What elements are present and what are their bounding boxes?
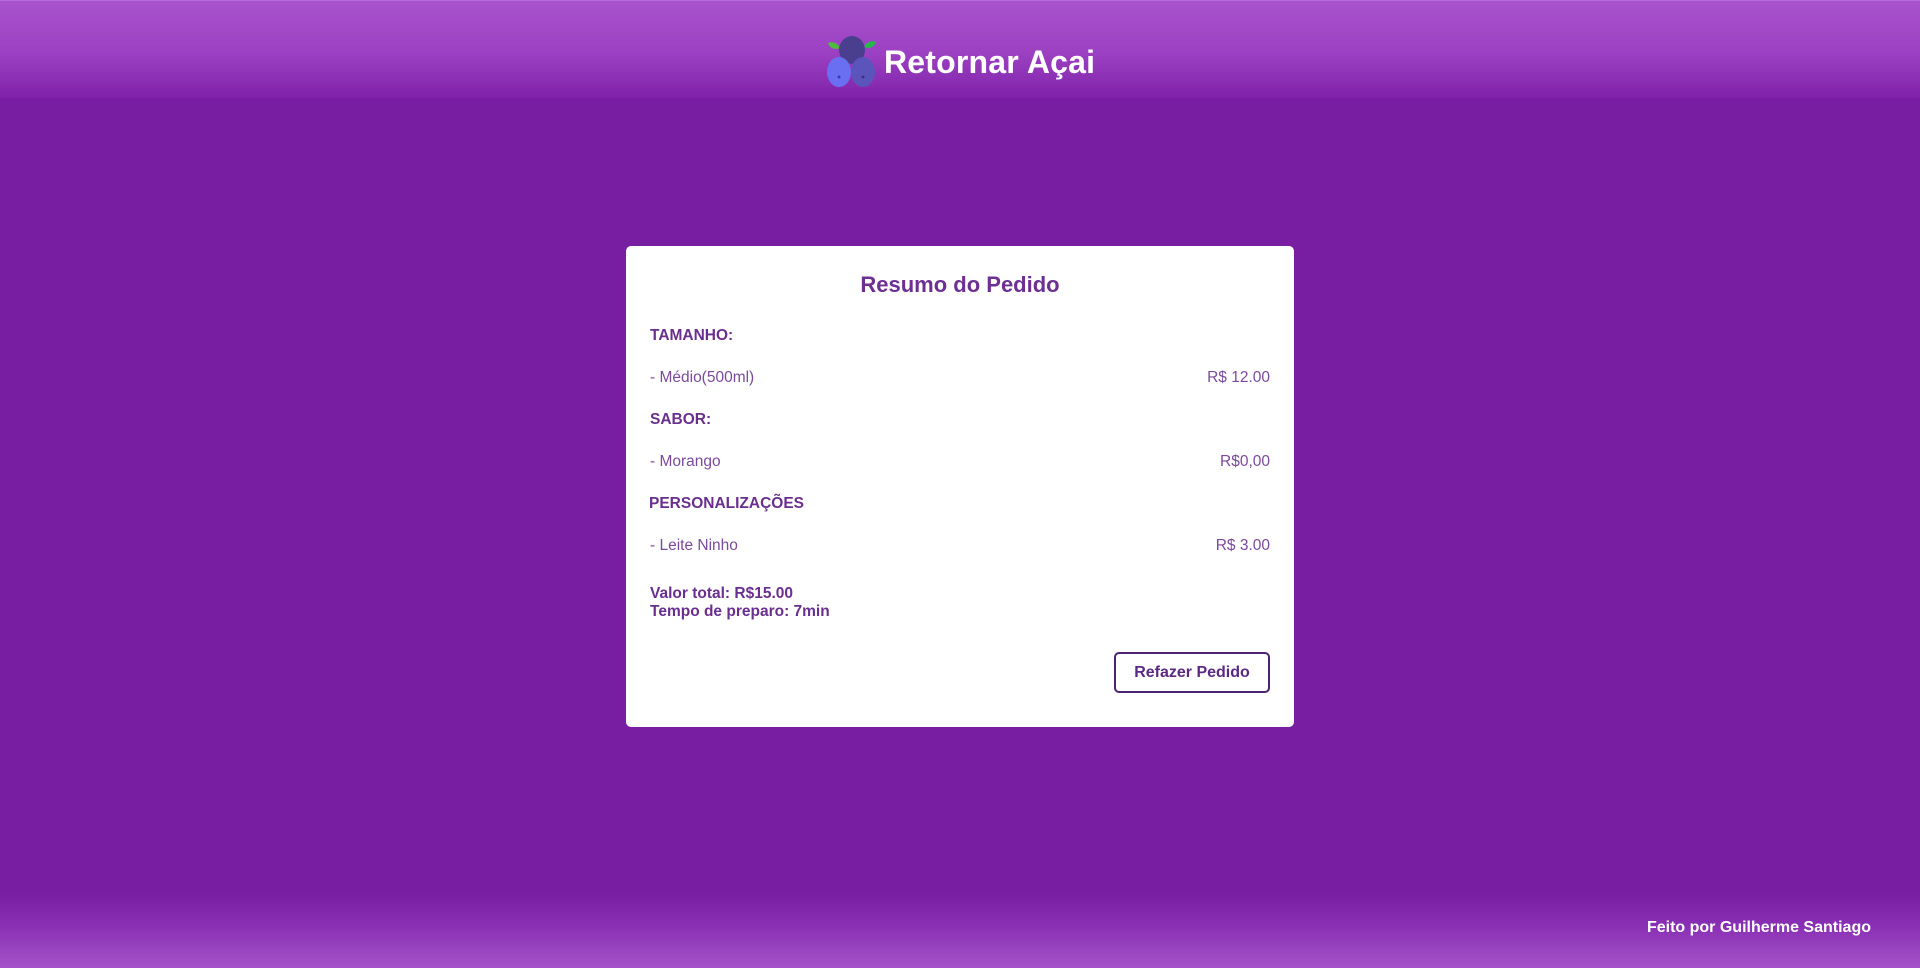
total-value: Valor total: R$15.00 — [650, 585, 794, 602]
brand-title: Retornar Açai — [884, 44, 1096, 80]
home-link[interactable]: Retornar Açai — [826, 35, 1095, 89]
footer-credit: Feito por Guilherme Santiago — [1646, 919, 1871, 936]
flavor-item-price: R$0,00 — [1220, 453, 1270, 470]
footer: Feito por Guilherme Santiago — [0, 893, 1920, 968]
header: Retornar Açai — [0, 0, 1920, 98]
customization-item-price: R$ 3.00 — [1215, 537, 1270, 554]
redo-order-button[interactable]: Refazer Pedido — [1114, 652, 1270, 693]
acai-berries-icon — [827, 36, 876, 87]
customization-item-name: - Leite Ninho — [650, 537, 738, 554]
flavor-item-row: - Morango R$0,00 — [650, 453, 1270, 471]
order-totals: Valor total: R$15.00 Tempo de preparo: 7… — [650, 585, 830, 621]
card-title: Resumo do Pedido — [860, 272, 1060, 297]
prep-time: Tempo de preparo: 7min — [650, 603, 830, 620]
order-summary-card: Resumo do Pedido TAMANHO: - Médio(500ml)… — [626, 246, 1294, 727]
customizations-label: PERSONALIZAÇÕES — [649, 495, 805, 512]
size-item-price: R$ 12.00 — [1207, 369, 1270, 386]
flavor-label: SABOR: — [650, 411, 712, 428]
size-label: TAMANHO: — [650, 327, 734, 344]
customization-item-row: - Leite Ninho R$ 3.00 — [650, 537, 1270, 555]
size-item-row: - Médio(500ml) R$ 12.00 — [650, 369, 1270, 387]
size-item-name: - Médio(500ml) — [650, 369, 755, 386]
flavor-item-name: - Morango — [650, 453, 721, 470]
